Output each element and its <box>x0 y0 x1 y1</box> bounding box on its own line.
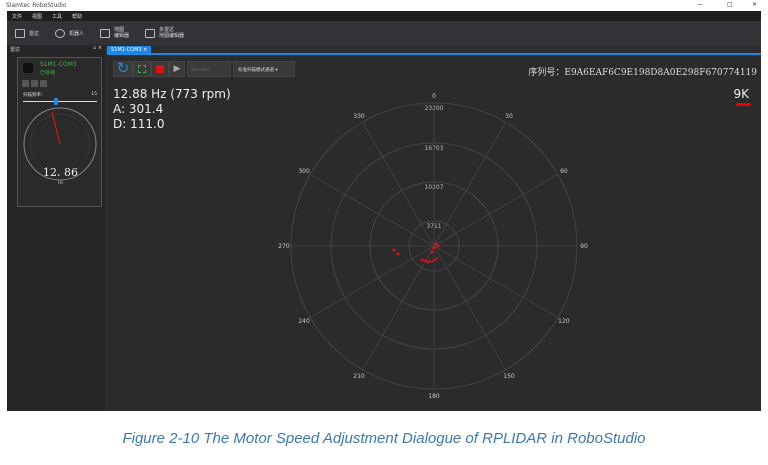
figure-caption: Figure 2-10 The Motor Speed Adjustment D… <box>122 430 646 447</box>
maximize-button[interactable]: □ <box>727 1 733 8</box>
toolbar-map-editor-button[interactable]: 地图 编辑器 <box>100 27 129 39</box>
angle-label: 180 <box>428 393 440 400</box>
menu-help[interactable]: 帮助 <box>72 13 82 20</box>
scan-freq-label: 扫描频率： <box>23 93 46 98</box>
device-icon <box>23 63 33 73</box>
scan-point <box>432 246 436 250</box>
title-bar: Slamtec RoboStudio — □ ✕ <box>0 0 768 11</box>
minimize-button[interactable]: — <box>697 1 703 8</box>
toolbar-multi-lidar-button[interactable]: 多雷达 地图编辑器 <box>145 27 184 39</box>
angle-label: 120 <box>558 318 570 325</box>
menu-bar: 文件 视图 工具 帮助 <box>7 11 761 21</box>
pin-icon[interactable]: ▫ × <box>93 45 102 51</box>
angle-label: 150 <box>503 373 515 380</box>
angle-label: 30 <box>505 113 513 120</box>
lidar-view: ↻ ▶ Standard 标准扫描模式通道 ▾ 12.88 Hz (773 rp… <box>107 57 761 411</box>
scan-point <box>392 248 396 252</box>
scan-point <box>396 252 400 256</box>
scan-point <box>420 258 424 262</box>
close-button[interactable]: ✕ <box>752 1 757 8</box>
gauge-value: 12. 86 <box>43 166 78 179</box>
multi-lidar-icon <box>145 28 156 38</box>
settings-icon[interactable] <box>22 80 29 87</box>
scan-freq-value: 15 <box>91 92 97 97</box>
angle-label: 0 <box>432 93 436 100</box>
slider-thumb[interactable] <box>54 98 59 105</box>
angle-label: 60 <box>560 168 568 175</box>
window-title: Slamtec RoboStudio <box>6 2 67 9</box>
menu-view[interactable]: 视图 <box>32 13 42 20</box>
device-status: 已就绪 <box>40 70 56 76</box>
toolbar-robot-button[interactable]: 机器人 <box>55 28 84 38</box>
scan-freq-slider[interactable] <box>23 98 97 105</box>
angle-label: 90 <box>580 243 588 250</box>
menu-tools[interactable]: 工具 <box>52 13 62 20</box>
app-window: 文件 视图 工具 帮助 雷达 机器人 地图 编辑器 多雷达 地图编辑器 雷达 ▫ … <box>7 11 761 411</box>
tab-s1m1-com3[interactable]: S1M1-COM3 × <box>107 46 152 55</box>
lidar-icon <box>15 28 25 38</box>
angle-label: 270 <box>278 243 290 250</box>
gauge-unit: Hz <box>57 180 64 185</box>
angle-label: 210 <box>353 373 365 380</box>
scan-point <box>430 250 434 254</box>
scan-point <box>436 244 440 248</box>
toolbar: 雷达 机器人 地图 编辑器 多雷达 地图编辑器 <box>7 21 761 45</box>
device-card[interactable]: S1M1-COM3 已就绪 扫描频率： 15 12. 86 Hz <box>17 57 102 207</box>
angle-label: 240 <box>298 318 310 325</box>
polar-plot[interactable]: 3711102071670323200030609012015018021024… <box>107 57 761 411</box>
panel-title: 雷达 <box>10 47 21 53</box>
toolbar-lidar-button[interactable]: 雷达 <box>15 28 39 38</box>
info-icon[interactable] <box>31 80 38 87</box>
angle-label: 300 <box>298 168 310 175</box>
robot-icon <box>55 28 66 38</box>
firmware-icon[interactable] <box>40 80 47 87</box>
tab-strip: S1M1-COM3 × <box>107 45 761 55</box>
lidar-panel: 雷达 ▫ × S1M1-COM3 已就绪 扫描频率： 15 12. 86 Hz <box>7 45 105 411</box>
menu-file[interactable]: 文件 <box>12 13 22 20</box>
angle-label: 330 <box>353 113 365 120</box>
device-name: S1M1-COM3 <box>40 61 77 68</box>
map-editor-icon <box>100 28 111 38</box>
